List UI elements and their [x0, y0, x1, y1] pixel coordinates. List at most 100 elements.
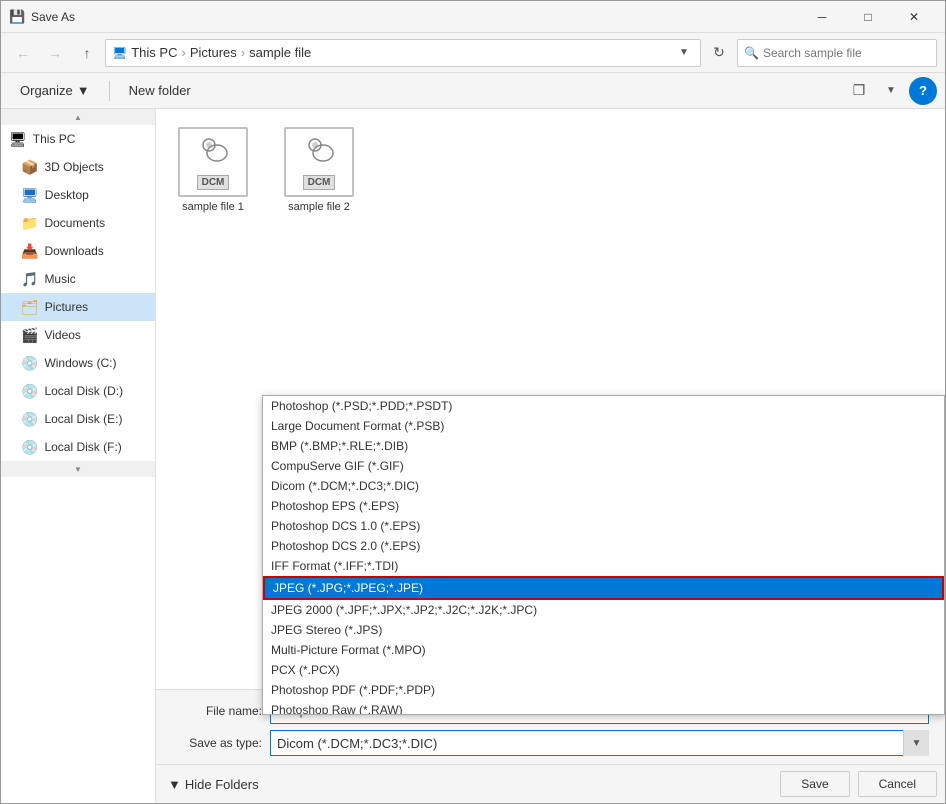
dcm-graphic-icon-1 — [195, 135, 231, 171]
windows-c-label: Windows (C:) — [44, 356, 116, 370]
savetype-label: Save as type: — [172, 736, 262, 750]
savetype-select-wrapper: Dicom (*.DCM;*.DC3;*.DIC) ▼ — [270, 730, 929, 756]
refresh-button[interactable]: ↻ — [705, 39, 733, 67]
close-button[interactable]: ✕ — [891, 1, 937, 33]
documents-icon: 📁 — [21, 215, 38, 232]
organize-dropdown-icon: ▼ — [77, 83, 90, 98]
sidebar-item-downloads[interactable]: 📥 Downloads — [1, 237, 155, 265]
main-content: ▲ 🖥 This PC 📦 3D Objects 🖥 Desktop 📁 Doc… — [1, 109, 945, 803]
videos-icon: 🎬 — [21, 327, 38, 344]
path-sep-2: › — [241, 45, 245, 60]
dropdown-item-bmp[interactable]: BMP (*.BMP;*.RLE;*.DIB) — [263, 436, 944, 456]
file-name-2: sample file 2 — [288, 201, 350, 213]
dropdown-item-photoshop-psd[interactable]: Photoshop (*.PSD;*.PDD;*.PSDT) — [263, 396, 944, 416]
address-dropdown-button[interactable]: ▼ — [674, 40, 694, 66]
sidebar-item-windows-c[interactable]: 💿 Windows (C:) — [1, 349, 155, 377]
dcm-badge-2: DCM — [303, 175, 336, 190]
path-part-1[interactable]: This PC — [131, 45, 177, 60]
toolbar: Organize ▼ New folder ❐ ▼ ? — [1, 73, 945, 109]
sidebar-item-3d-objects[interactable]: 📦 3D Objects — [1, 153, 155, 181]
nav-bar: ← → ↑ 🖥 This PC › Pictures › sample file… — [1, 33, 945, 73]
path-sep-1: › — [181, 45, 185, 60]
path-part-3[interactable]: sample file — [249, 45, 311, 60]
dcm-graphic-icon-2 — [301, 135, 337, 171]
sidebar-item-videos[interactable]: 🎬 Videos — [1, 321, 155, 349]
sidebar: ▲ 🖥 This PC 📦 3D Objects 🖥 Desktop 📁 Doc… — [1, 109, 156, 803]
search-box: 🔍 — [737, 39, 937, 67]
dropdown-item-multi-picture[interactable]: Multi-Picture Format (*.MPO) — [263, 640, 944, 660]
forward-button[interactable]: → — [41, 39, 69, 67]
action-buttons: Save Cancel — [780, 771, 937, 797]
dropdown-item-photoshop-eps[interactable]: Photoshop EPS (*.EPS) — [263, 496, 944, 516]
save-type-dropdown[interactable]: Photoshop (*.PSD;*.PDD;*.PSDT) Large Doc… — [262, 395, 945, 715]
hide-folders-label: Hide Folders — [185, 777, 259, 792]
local-disk-f-label: Local Disk (F:) — [44, 440, 121, 454]
dropdown-item-photoshop-pdf[interactable]: Photoshop PDF (*.PDF;*.PDP) — [263, 680, 944, 700]
dropdown-item-iff[interactable]: IFF Format (*.IFF;*.TDI) — [263, 556, 944, 576]
sidebar-item-music[interactable]: 🎵 Music — [1, 265, 155, 293]
view-toggle-button[interactable]: ❐ — [845, 77, 873, 105]
dropdown-item-compuserve-gif[interactable]: CompuServe GIF (*.GIF) — [263, 456, 944, 476]
cancel-button[interactable]: Cancel — [858, 771, 937, 797]
hide-folders-button[interactable]: ▼ Hide Folders — [164, 775, 263, 794]
pictures-icon: 🗂 — [21, 299, 39, 316]
dropdown-item-photoshop-raw[interactable]: Photoshop Raw (*.RAW) — [263, 700, 944, 715]
file-item-sample-file-2[interactable]: DCM sample file 2 — [274, 121, 364, 219]
file-icon-sample-file-2: DCM — [284, 127, 354, 197]
desktop-label: Desktop — [45, 188, 89, 202]
search-icon: 🔍 — [744, 46, 759, 60]
save-button[interactable]: Save — [780, 771, 849, 797]
sidebar-item-local-disk-e[interactable]: 💿 Local Disk (E:) — [1, 405, 155, 433]
downloads-label: Downloads — [44, 244, 103, 258]
sidebar-scroll-down[interactable]: ▼ — [1, 461, 155, 477]
music-icon: 🎵 — [21, 271, 38, 288]
save-as-dialog: 💾 Save As ─ □ ✕ ← → ↑ 🖥 This PC › Pictur… — [0, 0, 946, 804]
sidebar-item-documents[interactable]: 📁 Documents — [1, 209, 155, 237]
title-bar-title: Save As — [31, 10, 799, 24]
dropdown-item-photoshop-dcs1[interactable]: Photoshop DCS 1.0 (*.EPS) — [263, 516, 944, 536]
3d-objects-label: 3D Objects — [44, 160, 103, 174]
title-bar-controls: ─ □ ✕ — [799, 1, 937, 33]
dropdown-item-photoshop-dcs2[interactable]: Photoshop DCS 2.0 (*.EPS) — [263, 536, 944, 556]
title-bar: 💾 Save As ─ □ ✕ — [1, 1, 945, 33]
action-row: ▼ Hide Folders Save Cancel — [156, 764, 945, 803]
sidebar-item-this-pc[interactable]: 🖥 This PC — [1, 125, 155, 153]
organize-label: Organize — [20, 83, 73, 98]
file-item-sample-file-1[interactable]: DCM sample file 1 — [168, 121, 258, 219]
address-path: This PC › Pictures › sample file — [131, 45, 670, 60]
dropdown-item-jpeg[interactable]: JPEG (*.JPG;*.JPEG;*.JPE) — [263, 576, 944, 600]
filename-label: File name: — [172, 704, 262, 718]
savetype-display[interactable]: Dicom (*.DCM;*.DC3;*.DIC) — [270, 730, 929, 756]
pictures-label: Pictures — [45, 300, 88, 314]
this-pc-icon: 🖥 — [9, 131, 27, 148]
view-dropdown-button[interactable]: ▼ — [877, 77, 905, 105]
dropdown-item-pcx[interactable]: PCX (*.PCX) — [263, 660, 944, 680]
local-disk-d-label: Local Disk (D:) — [44, 384, 123, 398]
sidebar-item-desktop[interactable]: 🖥 Desktop — [1, 181, 155, 209]
content-wrapper: DCM sample file 1 DCM — [156, 109, 945, 803]
help-button[interactable]: ? — [909, 77, 937, 105]
dropdown-item-jpeg2000[interactable]: JPEG 2000 (*.JPF;*.JPX;*.JP2;*.J2C;*.J2K… — [263, 600, 944, 620]
path-part-2[interactable]: Pictures — [190, 45, 237, 60]
documents-label: Documents — [44, 216, 105, 230]
sidebar-item-local-disk-f[interactable]: 💿 Local Disk (F:) — [1, 433, 155, 461]
minimize-button[interactable]: ─ — [799, 1, 845, 33]
windows-c-icon: 💿 — [21, 355, 38, 372]
back-button[interactable]: ← — [9, 39, 37, 67]
maximize-button[interactable]: □ — [845, 1, 891, 33]
sidebar-item-pictures[interactable]: 🗂 Pictures — [1, 293, 155, 321]
local-disk-e-icon: 💿 — [21, 411, 38, 428]
organize-button[interactable]: Organize ▼ — [9, 78, 101, 104]
up-button[interactable]: ↑ — [73, 39, 101, 67]
dropdown-item-dicom[interactable]: Dicom (*.DCM;*.DC3;*.DIC) — [263, 476, 944, 496]
search-input[interactable] — [763, 46, 930, 60]
dropdown-item-jpeg-stereo[interactable]: JPEG Stereo (*.JPS) — [263, 620, 944, 640]
bottom-section: Photoshop (*.PSD;*.PDD;*.PSDT) Large Doc… — [156, 689, 945, 803]
new-folder-button[interactable]: New folder — [118, 78, 202, 104]
sidebar-scroll-up[interactable]: ▲ — [1, 109, 155, 125]
sidebar-item-local-disk-d[interactable]: 💿 Local Disk (D:) — [1, 377, 155, 405]
title-bar-icon: 💾 — [9, 9, 25, 25]
dcm-badge-1: DCM — [197, 175, 230, 190]
toolbar-separator — [109, 81, 110, 101]
dropdown-item-large-doc[interactable]: Large Document Format (*.PSB) — [263, 416, 944, 436]
